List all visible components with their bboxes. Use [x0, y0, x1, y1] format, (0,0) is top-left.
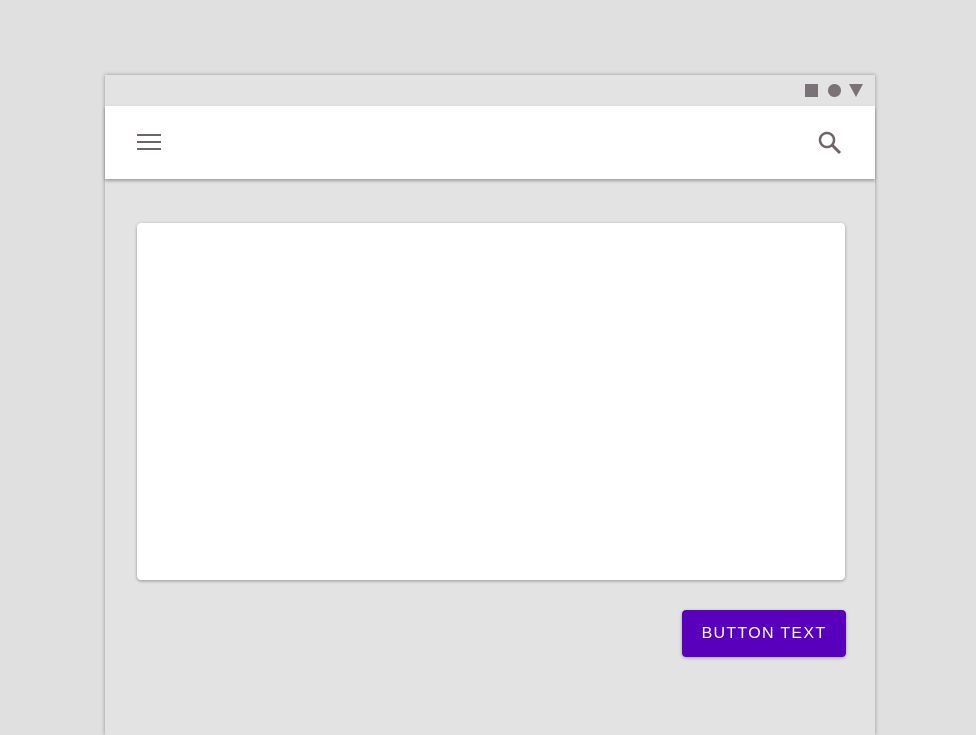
- circle-icon: [828, 84, 841, 97]
- device-frame: BUTTON TEXT: [105, 75, 875, 735]
- status-bar: [105, 75, 875, 106]
- menu-icon[interactable]: [137, 134, 161, 152]
- primary-button[interactable]: BUTTON TEXT: [682, 610, 846, 657]
- square-icon: [805, 84, 818, 97]
- search-icon[interactable]: [817, 130, 843, 156]
- triangle-icon: [849, 84, 863, 97]
- content-card: [137, 223, 845, 580]
- app-bar: [105, 106, 875, 179]
